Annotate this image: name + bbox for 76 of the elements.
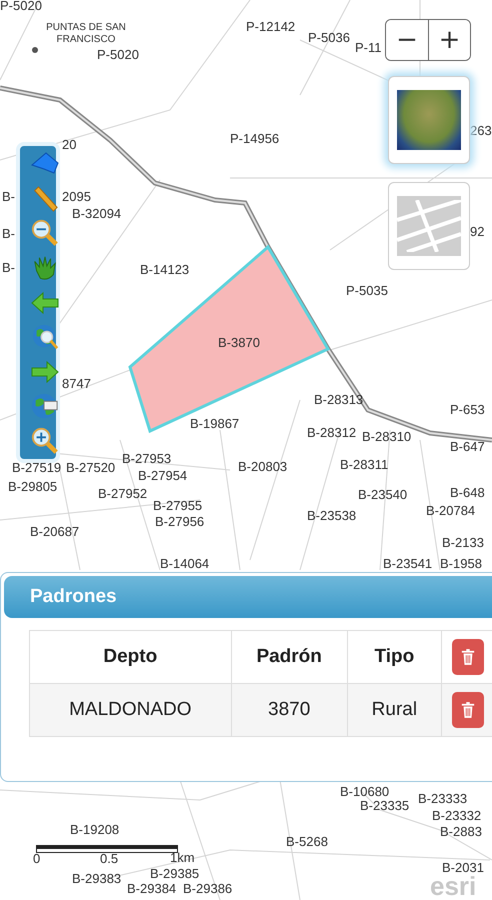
parcel-label: B-23332 (432, 808, 482, 823)
parcel-label: B-29386 (183, 881, 232, 896)
trash-icon (461, 702, 476, 718)
parcel-label: 92 (470, 224, 484, 239)
place-dot (32, 47, 38, 53)
parcel-label: B-27953 (122, 451, 172, 466)
parcel-label: B-20784 (426, 503, 476, 518)
parcel-label: B-27952 (98, 486, 148, 501)
parcel-label: B-5268 (286, 834, 328, 849)
parcel-label: B-27519 (12, 460, 62, 475)
parcel-label: B-28311 (340, 457, 388, 472)
parcel-label: B-28312 (307, 425, 356, 440)
parcel-label: B-14064 (160, 556, 210, 571)
scale-label: 1km (170, 850, 195, 865)
parcel-label: B- (2, 260, 15, 275)
parcel-label: B-1958 (440, 556, 482, 571)
parcel-label: B-20687 (30, 524, 80, 539)
parcel-label: P-11 (355, 40, 382, 55)
parcel-label: B- (2, 226, 15, 241)
parcel-label: B-27954 (138, 468, 188, 483)
parcel-label: B-2031 (442, 860, 484, 875)
parcel-label: 263 (470, 123, 492, 138)
parcel-label: B-20803 (238, 459, 288, 474)
satellite-basemap-button[interactable] (388, 76, 470, 164)
parcel-label: P-12142 (246, 19, 296, 34)
table-cell: 3870 (231, 684, 348, 736)
table-cell: Rural (347, 684, 442, 736)
trash-icon (461, 649, 476, 665)
parcel-label: B-23540 (358, 487, 408, 502)
table-cell: MALDONADO (30, 684, 232, 736)
parcel-label: P-5020 (97, 47, 139, 62)
parcel-label: B-23333 (418, 791, 468, 806)
parcel-label: B-29805 (8, 479, 58, 494)
zoom-in-icon[interactable] (30, 427, 60, 455)
parcel-label: B-19867 (190, 416, 240, 431)
parcel-label: B-27956 (155, 514, 204, 529)
parcel-label: B-27520 (66, 460, 116, 475)
column-header: Depto (30, 630, 232, 684)
column-header: Padrón (231, 630, 348, 684)
parcel-label: B-27955 (153, 498, 202, 513)
parcel-label: B-10680 (340, 784, 390, 799)
parcel-label: B-648 (450, 485, 485, 500)
scale-label: 0.5 (100, 851, 118, 866)
panel-title: Padrones (30, 586, 117, 608)
parcel-label: B-28310 (362, 429, 412, 444)
scale-label: 0 (33, 851, 40, 866)
parcel-label: P-14956 (230, 131, 280, 146)
parcel-label: B-647 (450, 439, 485, 454)
zoom-in-button[interactable]: + (428, 20, 470, 60)
globe-icon[interactable] (30, 392, 60, 420)
parcel-label: 2095 (62, 189, 91, 204)
globe-search-icon[interactable] (30, 323, 60, 352)
zoom-out-icon[interactable] (30, 219, 60, 248)
parcel-label: B-2883 (440, 824, 482, 839)
parcel-label: P-5035 (346, 283, 388, 298)
parcel-label: B-32094 (72, 206, 122, 221)
delete-button[interactable] (452, 692, 484, 728)
parcel-label: B-3870 (218, 335, 260, 350)
parcel-label: B-14123 (140, 262, 190, 277)
parcel-label: B-29385 (150, 866, 200, 881)
parcel-label: B-2133 (442, 535, 484, 550)
parcel-label: B-19208 (70, 822, 120, 837)
column-header: Tipo (347, 630, 442, 684)
parcel-label: B-23541 (383, 556, 432, 571)
parcel-label: P-653 (450, 402, 485, 417)
parcel-label: B-23538 (307, 508, 356, 523)
parcel-label: 8747 (62, 376, 91, 391)
parcel-label: B-29384 (127, 881, 176, 896)
place-label: PUNTAS DE SAN FRANCISCO (45, 22, 127, 46)
parcel-label: 20 (62, 137, 76, 152)
parcel-label: B-29383 (72, 871, 122, 886)
parcel-label: P-5036 (308, 30, 350, 45)
parcel-label: P-5020 (0, 0, 42, 13)
parcel-label: B-23335 (360, 798, 410, 813)
delete-button[interactable] (452, 639, 484, 675)
parcel-label: B- (2, 189, 15, 204)
